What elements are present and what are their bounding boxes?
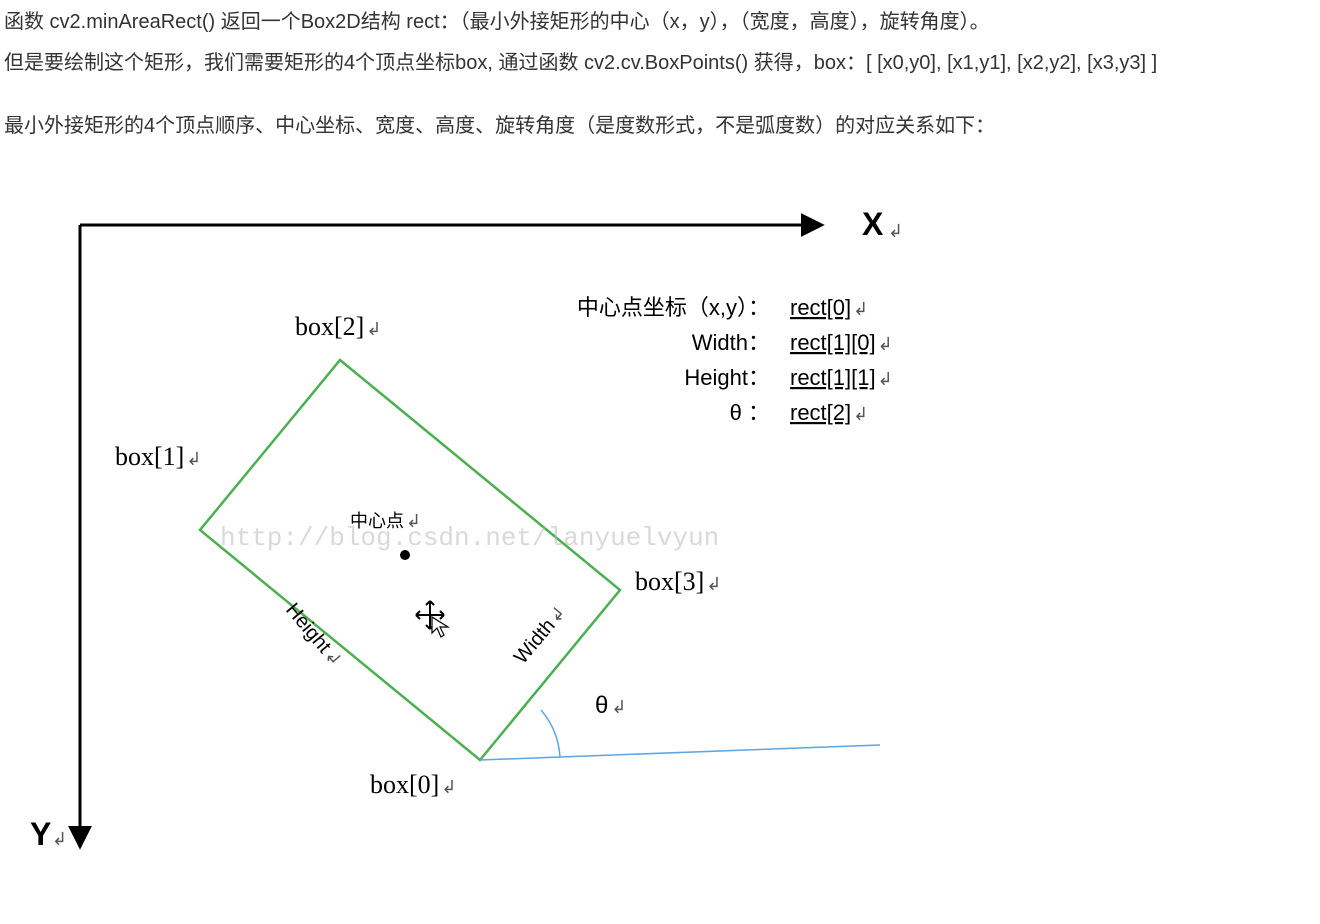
- minarearect-diagram: X Y box[2]↲ box[1]↲ box[3]↲ box[0]↲ 中心点↲…: [0, 185, 1320, 905]
- label-height: Height↲: [281, 599, 346, 671]
- paragraph-3: 最小外接矩形的4个顶点顺序、中心坐标、宽度、高度、旋转角度（是度数形式，不是弧度…: [4, 108, 1320, 145]
- legend-width-val: rect[1][0]↲: [790, 330, 893, 355]
- axis-label-y: Y: [30, 816, 51, 852]
- label-width: Width↲: [510, 602, 571, 668]
- watermark: http://blog.csdn.net/lanyuelvyun: [220, 523, 719, 553]
- label-box2: box[2]↲: [295, 312, 381, 341]
- label-theta: θ↲: [595, 692, 626, 719]
- legend-width-key: Width：: [692, 330, 770, 355]
- legend-center-val: rect[0]↲: [790, 295, 868, 320]
- legend-center-key: 中心点坐标（x,y）：: [577, 295, 770, 320]
- legend-height-key: Height：: [684, 365, 770, 390]
- paragraph-1: 函数 cv2.minAreaRect() 返回一个Box2D结构 rect：（最…: [4, 4, 1320, 41]
- paragraph-2: 但是要绘制这个矩形，我们需要矩形的4个顶点坐标box, 通过函数 cv2.cv.…: [4, 45, 1320, 82]
- svg-text:↲: ↲: [52, 829, 67, 849]
- axis-label-x: X: [862, 206, 884, 242]
- label-box0: box[0]↲: [370, 770, 456, 799]
- legend-theta-key: θ ：: [730, 400, 770, 425]
- legend-height-val: rect[1][1]↲: [790, 365, 893, 390]
- svg-text:↲: ↲: [888, 221, 903, 241]
- legend-theta-val: rect[2]↲: [790, 400, 868, 425]
- rotated-rectangle: [200, 360, 620, 760]
- legend: 中心点坐标（x,y）： rect[0]↲ Width： rect[1][0]↲ …: [577, 295, 893, 425]
- label-box3: box[3]↲: [635, 567, 721, 596]
- label-box1: box[1]↲: [115, 442, 201, 471]
- move-cursor-icon: [416, 601, 448, 637]
- angle-baseline: [480, 745, 880, 760]
- angle-arc: [541, 710, 560, 757]
